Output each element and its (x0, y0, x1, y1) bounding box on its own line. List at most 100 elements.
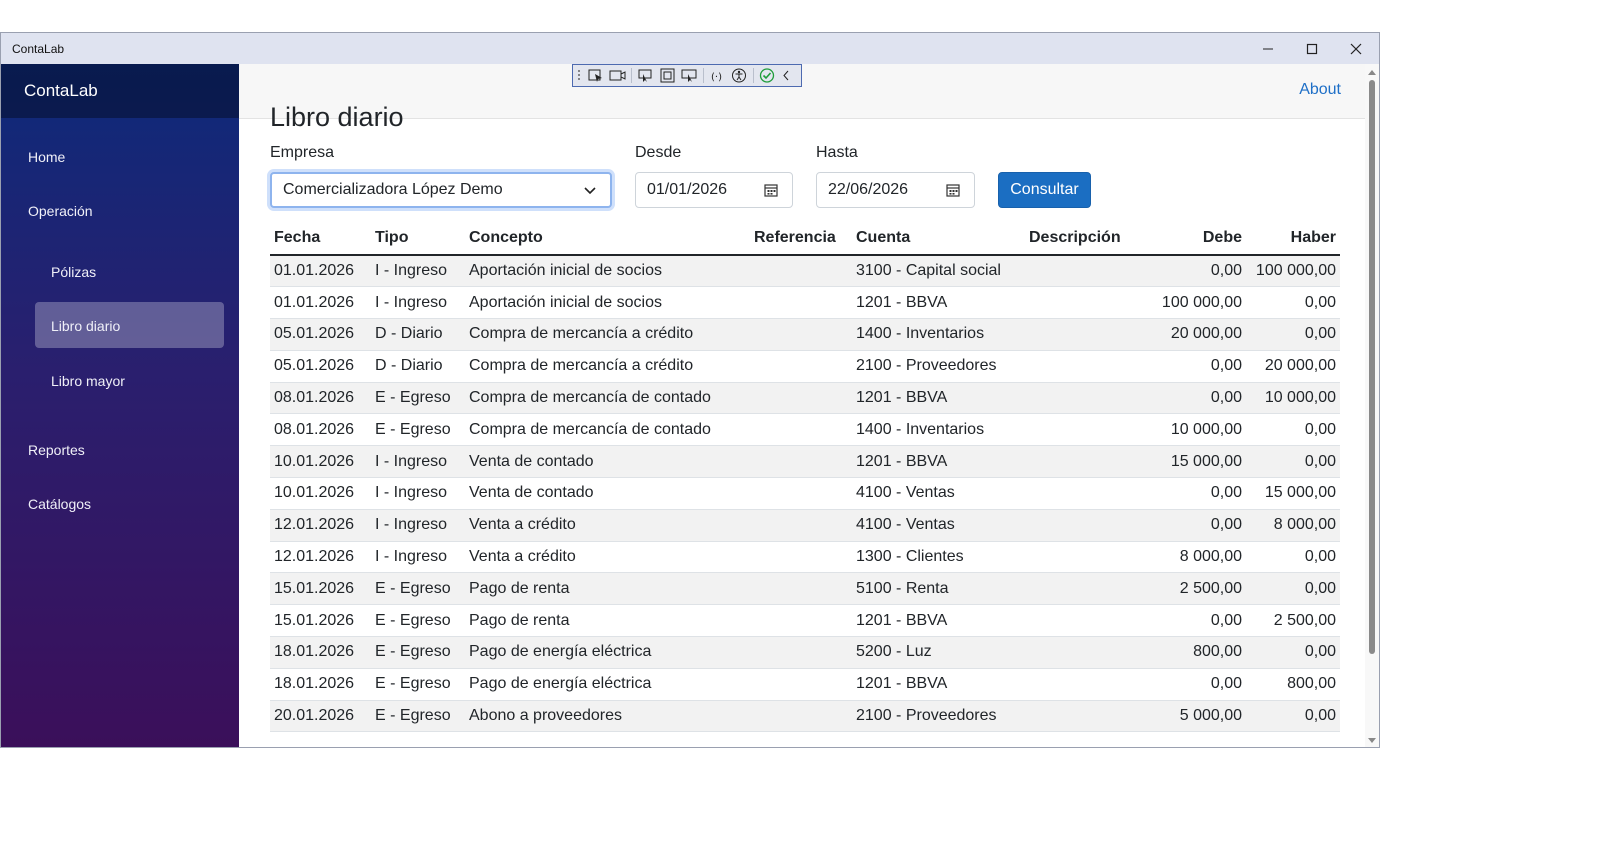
cell-fecha: 05.01.2026 (270, 350, 371, 383)
cell-tipo: I - Ingreso (371, 541, 465, 574)
cell-referencia (750, 572, 852, 606)
table-row[interactable]: 01.01.2026 I - Ingreso Aportación inicial … (270, 286, 1340, 320)
cell-debe: 100 000,00 (1156, 286, 1246, 320)
cell-concepto: Pago de renta (465, 604, 750, 638)
close-button[interactable] (1333, 33, 1379, 64)
hasta-date-input[interactable]: 22/06/2026 (816, 172, 975, 208)
table-row[interactable]: 12.01.2026 I - Ingreso Venta a crédito 4100… (270, 509, 1340, 542)
table-row[interactable]: 12.01.2026 I - Ingreso Venta a crédito 1300… (270, 541, 1340, 574)
sidebar-item-reportes[interactable]: Reportes (28, 442, 85, 458)
cell-referencia (750, 509, 852, 542)
table-row[interactable]: 20.01.2026 E - Egreso Abono a proveedores 2… (270, 700, 1340, 733)
maximize-button[interactable] (1289, 33, 1335, 64)
table-row[interactable]: 08.01.2026 E - Egreso Compra de mercancía … (270, 413, 1340, 447)
cell-referencia (750, 604, 852, 638)
hasta-label: Hasta (816, 144, 858, 161)
cell-debe: 10 000,00 (1156, 413, 1246, 447)
cell-haber: 0,00 (1246, 445, 1340, 479)
check-icon[interactable] (759, 68, 776, 83)
sidebar-item-operacion[interactable]: Operación (28, 203, 93, 219)
cell-cuenta: 1400 - Inventarios (852, 318, 1025, 351)
table-row[interactable]: 10.01.2026 I - Ingreso Venta de contado 120… (270, 445, 1340, 479)
cell-concepto: Venta a crédito (465, 509, 750, 542)
about-link[interactable]: About (1299, 81, 1341, 99)
cell-haber: 100 000,00 (1246, 255, 1340, 288)
cell-debe: 2 500,00 (1156, 572, 1246, 606)
scroll-up-icon[interactable] (1365, 66, 1379, 78)
scroll-down-icon[interactable] (1365, 735, 1379, 747)
cell-haber: 15 000,00 (1246, 477, 1340, 510)
empresa-select[interactable]: Comercializadora López Demo (270, 172, 612, 208)
cell-referencia (750, 668, 852, 701)
cell-haber: 0,00 (1246, 318, 1340, 351)
empresa-selected-value: Comercializadora López Demo (283, 181, 503, 198)
binding-icon[interactable]: (·) (709, 68, 726, 83)
cell-fecha: 01.01.2026 (270, 255, 371, 288)
cell-debe: 8 000,00 (1156, 541, 1246, 574)
cell-fecha: 15.01.2026 (270, 604, 371, 638)
cell-tipo: I - Ingreso (371, 255, 465, 288)
consultar-button[interactable]: Consultar (998, 172, 1091, 208)
cell-cuenta: 1201 - BBVA (852, 668, 1025, 701)
accessibility-icon[interactable] (731, 68, 748, 83)
cell-cuenta: 1201 - BBVA (852, 286, 1025, 320)
cell-haber: 0,00 (1246, 286, 1340, 320)
brand[interactable]: ContaLab (1, 64, 239, 118)
title-bar[interactable]: ContaLab (1, 33, 1379, 64)
header-concepto[interactable]: Concepto (465, 222, 750, 256)
sidebar-item-polizas[interactable]: Pólizas (51, 264, 96, 280)
table-row[interactable]: 18.01.2026 E - Egreso Pago de energía eléc… (270, 668, 1340, 701)
header-referencia[interactable]: Referencia (750, 222, 852, 256)
sidebar-item-libro-diario[interactable]: Libro diario (35, 302, 224, 348)
layout-pointer-icon[interactable] (681, 68, 698, 83)
select-element-icon[interactable] (587, 68, 604, 83)
header-descripcion[interactable]: Descripción (1025, 222, 1156, 256)
cell-descripcion (1025, 604, 1156, 638)
cell-descripcion (1025, 286, 1156, 320)
desde-date-input[interactable]: 01/01/2026 (635, 172, 793, 208)
table-row[interactable]: 01.01.2026 I - Ingreso Aportación inicial … (270, 255, 1340, 288)
drag-grip-icon[interactable] (577, 68, 582, 83)
cell-fecha: 12.01.2026 (270, 541, 371, 574)
calendar-icon[interactable] (946, 183, 960, 197)
vertical-scrollbar[interactable] (1365, 64, 1379, 747)
minimize-button[interactable] (1245, 33, 1291, 64)
header-fecha[interactable]: Fecha (270, 222, 371, 256)
header-cuenta[interactable]: Cuenta (852, 222, 1025, 256)
cell-concepto: Compra de mercancía de contado (465, 382, 750, 415)
cell-cuenta: 5100 - Renta (852, 572, 1025, 606)
table-row[interactable]: 15.01.2026 E - Egreso Pago de renta 1201 - … (270, 604, 1340, 638)
header-debe[interactable]: Debe (1156, 222, 1246, 256)
table-row[interactable]: 10.01.2026 I - Ingreso Venta de contado 410… (270, 477, 1340, 510)
cell-debe: 0,00 (1156, 255, 1246, 288)
scroll-thumb[interactable] (1369, 80, 1375, 654)
calendar-icon[interactable] (764, 183, 778, 197)
camera-icon[interactable] (609, 68, 626, 83)
table-row[interactable]: 05.01.2026 D - Diario Compra de mercancía … (270, 350, 1340, 383)
header-haber[interactable]: Haber (1246, 222, 1340, 256)
cell-fecha: 15.01.2026 (270, 572, 371, 606)
table-row[interactable]: 05.01.2026 D - Diario Compra de mercancía … (270, 318, 1340, 351)
cell-cuenta: 2100 - Proveedores (852, 350, 1025, 383)
sidebar-item-home[interactable]: Home (28, 149, 65, 165)
desde-date-value: 01/01/2026 (647, 181, 728, 198)
sidebar-item-catalogos[interactable]: Catálogos (28, 496, 91, 512)
cell-descripcion (1025, 318, 1156, 351)
cell-concepto: Pago de renta (465, 572, 750, 606)
desde-label: Desde (635, 144, 682, 161)
table-row[interactable]: 18.01.2026 E - Egreso Pago de energía eléc… (270, 636, 1340, 669)
empresa-label: Empresa (270, 144, 335, 161)
table-row[interactable]: 08.01.2026 E - Egreso Compra de mercancía … (270, 382, 1340, 415)
header-tipo[interactable]: Tipo (371, 222, 465, 256)
cell-concepto: Venta a crédito (465, 541, 750, 574)
pointer-icon[interactable] (637, 68, 654, 83)
cell-referencia (750, 382, 852, 415)
sidebar-item-libro-mayor[interactable]: Libro mayor (51, 373, 125, 389)
chevron-left-icon[interactable] (781, 68, 791, 83)
sidebar-item-label: Libro diario (51, 318, 121, 334)
table-row[interactable]: 15.01.2026 E - Egreso Pago de renta 5100 - … (270, 572, 1340, 606)
cell-descripcion (1025, 350, 1156, 383)
cell-referencia (750, 318, 852, 351)
frame-icon[interactable] (659, 68, 676, 83)
cell-concepto: Compra de mercancía a crédito (465, 318, 750, 351)
